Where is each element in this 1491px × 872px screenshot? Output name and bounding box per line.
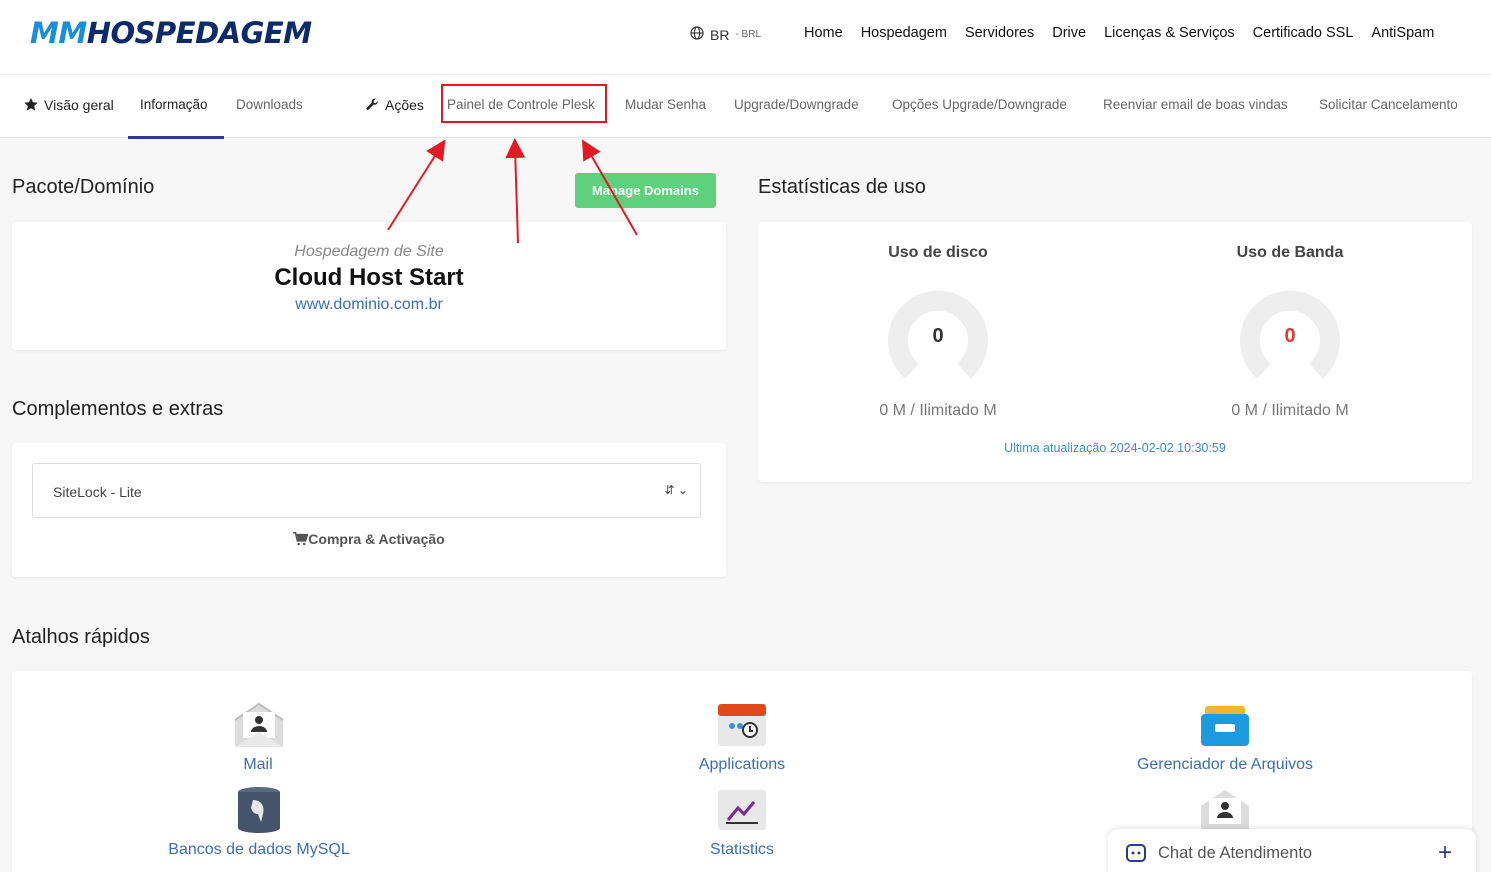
annotation-arrows <box>387 138 638 244</box>
